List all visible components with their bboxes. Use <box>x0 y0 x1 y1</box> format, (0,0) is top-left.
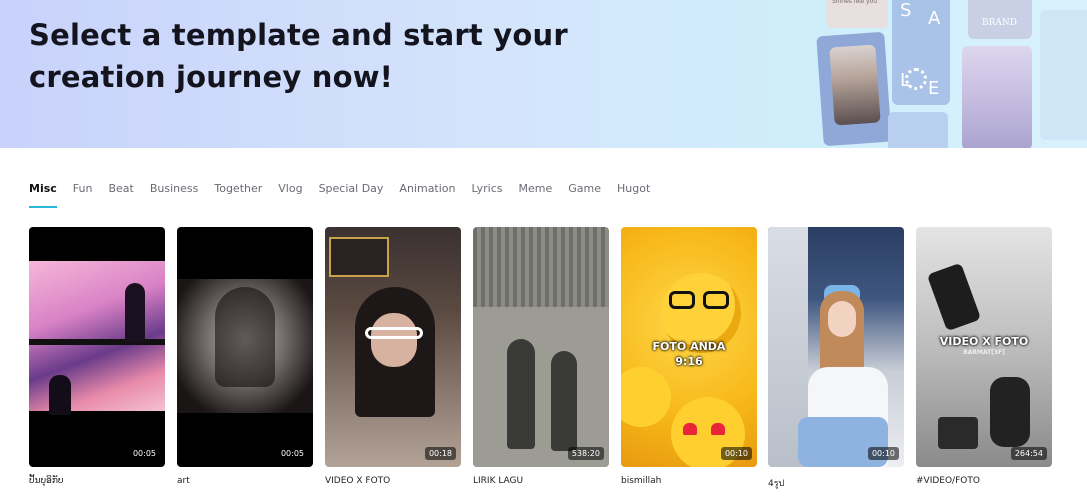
tab-misc[interactable]: Misc <box>29 182 57 208</box>
heart-eye-icon <box>683 423 697 435</box>
hero-banner: Select a template and start your creatio… <box>0 0 1087 148</box>
decor-card-2-photo <box>829 44 881 126</box>
decor-letter-e: E <box>928 78 940 99</box>
hero-title: Select a template and start your creatio… <box>29 18 568 94</box>
face-shape <box>828 301 856 337</box>
template-thumbnail[interactable]: 00:05 <box>29 227 165 467</box>
template-thumbnail[interactable]: 538:20 <box>473 227 609 467</box>
template-title: 4รูป <box>768 479 785 489</box>
template-card[interactable]: FOTO ANDA 9:16 00:10 bismillah <box>621 227 757 486</box>
decor-card-6 <box>1040 10 1087 140</box>
template-thumbnail[interactable]: 00:05 <box>177 227 313 467</box>
emoji-glasses <box>703 291 729 309</box>
template-title: bismillah <box>621 476 662 486</box>
tab-together[interactable]: Together <box>214 182 262 208</box>
template-thumbnail[interactable]: 00:18 <box>325 227 461 467</box>
face-shape <box>371 313 417 367</box>
decor-letter-s: S <box>900 0 912 21</box>
tab-hugot[interactable]: Hugot <box>617 182 650 208</box>
duration-badge: 538:20 <box>567 447 604 460</box>
template-card[interactable]: 00:05 art <box>177 227 313 486</box>
heart-eye-icon <box>711 423 725 435</box>
template-card[interactable]: 00:05 ປັ້ນບຸອິກັບ <box>29 227 165 486</box>
template-title: art <box>177 476 190 486</box>
duration-badge: 00:05 <box>128 447 160 460</box>
template-title: LIRIK LAGU <box>473 476 524 486</box>
template-title: VIDEO X FOTO <box>325 476 391 486</box>
hair-shape <box>215 287 275 387</box>
tab-business[interactable]: Business <box>150 182 199 208</box>
tab-meme[interactable]: Meme <box>519 182 553 208</box>
sneaker <box>990 377 1030 447</box>
duration-badge: 00:05 <box>276 447 308 460</box>
decor-card-4 <box>888 112 948 148</box>
template-card[interactable]: VIDEO X FOTO BARMAT[3F] 264:54 #VIDEO/FO… <box>916 227 1052 486</box>
tab-special-day[interactable]: Special Day <box>319 182 384 208</box>
shadow-person <box>551 351 577 451</box>
template-card[interactable]: 538:20 LIRIK LAGU <box>473 227 609 486</box>
wall <box>473 307 609 467</box>
sunglasses <box>365 327 423 339</box>
tab-animation[interactable]: Animation <box>399 182 455 208</box>
tab-game[interactable]: Game <box>568 182 601 208</box>
black-bottle <box>926 262 982 332</box>
template-thumbnail[interactable]: 00:10 <box>768 227 904 467</box>
decor-letter-a: A <box>928 8 941 29</box>
poster <box>329 237 389 277</box>
template-card[interactable]: 00:18 VIDEO X FOTO <box>325 227 461 486</box>
template-title: #VIDEO/FOTO <box>916 476 980 486</box>
tab-lyrics[interactable]: Lyrics <box>472 182 503 208</box>
decor-ring <box>905 68 927 90</box>
decor-card-caption: Shines like you <box>832 0 878 5</box>
emoji-glasses <box>669 291 695 309</box>
overlay-text: VIDEO X FOTO <box>939 335 1029 348</box>
overlay-text: FOTO ANDA 9:16 <box>652 340 726 368</box>
template-title: ປັ້ນບຸອິກັບ <box>29 476 64 486</box>
emoji-face <box>621 367 671 427</box>
decor-brand-label: BRAND <box>982 18 1017 28</box>
duration-badge: 00:18 <box>424 447 456 460</box>
category-tabs: Misc Fun Beat Business Together Vlog Spe… <box>29 182 666 208</box>
tab-fun[interactable]: Fun <box>73 182 93 208</box>
template-thumbnail[interactable]: VIDEO X FOTO BARMAT[3F] 264:54 <box>916 227 1052 467</box>
decor-card-5 <box>962 46 1032 148</box>
shadow-person <box>507 339 535 449</box>
duration-badge: 264:54 <box>1010 447 1047 460</box>
tab-beat[interactable]: Beat <box>108 182 133 208</box>
template-thumbnail[interactable]: FOTO ANDA 9:16 00:10 <box>621 227 757 467</box>
duration-badge: 00:10 <box>720 447 752 460</box>
tab-vlog[interactable]: Vlog <box>278 182 302 208</box>
silhouette <box>49 375 71 415</box>
duration-badge: 00:10 <box>867 447 899 460</box>
template-card[interactable]: 00:10 4รูป <box>768 227 904 490</box>
overlay-subtext: BARMAT[3F] <box>963 349 1005 356</box>
camera <box>938 417 978 449</box>
silhouette <box>125 283 145 343</box>
